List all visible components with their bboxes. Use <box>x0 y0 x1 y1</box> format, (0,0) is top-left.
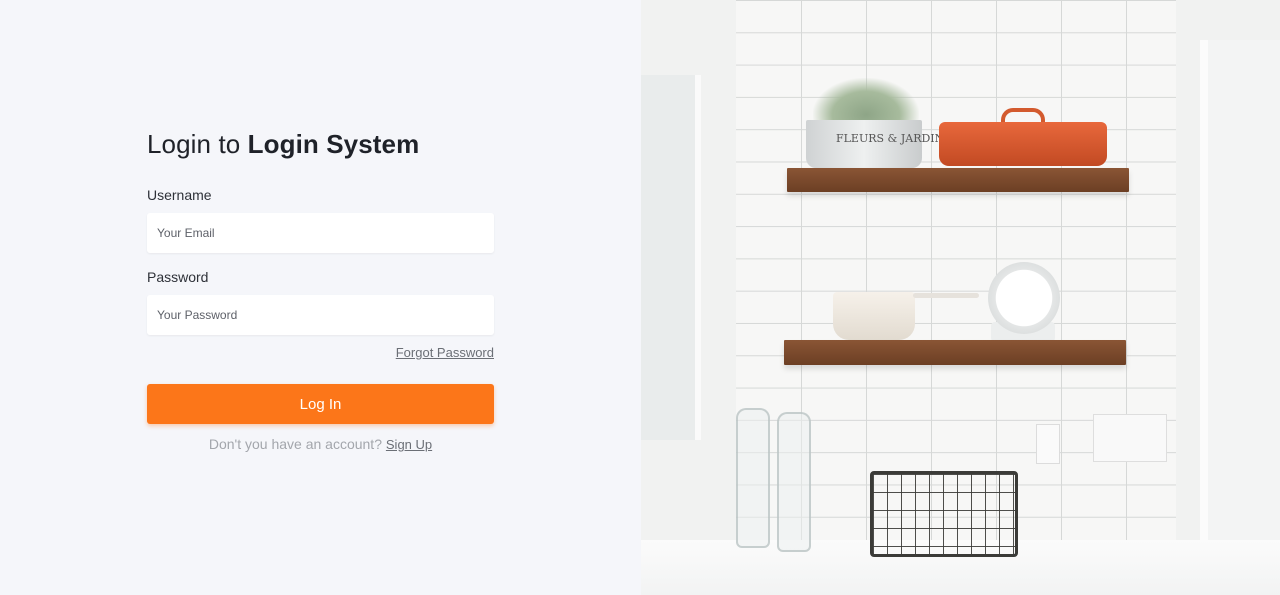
title-prefix: Login to <box>147 129 248 159</box>
photo-kitchen-scale <box>988 262 1060 334</box>
photo-wire-basket <box>870 471 1018 557</box>
signup-link[interactable]: Sign Up <box>386 437 432 452</box>
photo-casserole-dish <box>939 122 1107 166</box>
login-button[interactable]: Log In <box>147 384 494 424</box>
photo-light-switch <box>1093 414 1167 462</box>
login-form: Login to Login System Username Password … <box>147 126 494 452</box>
photo-window-right <box>1200 40 1280 540</box>
photo-shelf-bottom <box>784 340 1126 365</box>
login-panel: Login to Login System Username Password … <box>0 0 641 595</box>
forgot-password-link[interactable]: Forgot Password <box>396 345 494 360</box>
photo-shelf-top <box>787 168 1129 192</box>
password-label: Password <box>147 269 209 285</box>
photo-saucepan-handle <box>913 293 979 298</box>
signup-row: Don't you have an account? Sign Up <box>147 436 494 452</box>
photo-tile-line <box>931 0 932 540</box>
photo-window-left <box>641 75 701 440</box>
login-page: Login to Login System Username Password … <box>0 0 1280 595</box>
kitchen-photo: FLEURS & JARDIN <box>641 0 1280 595</box>
photo-glass-bottle <box>736 408 770 548</box>
title-brand: Login System <box>247 129 420 159</box>
forgot-password-row: Forgot Password <box>147 344 494 360</box>
password-input[interactable] <box>147 295 494 335</box>
page-title: Login to Login System <box>147 126 494 162</box>
photo-outlet <box>1036 424 1060 464</box>
signup-prompt: Don't you have an account? <box>208 436 386 452</box>
photo-plant <box>813 78 919 124</box>
username-input[interactable] <box>147 213 494 253</box>
photo-dish-handle <box>1001 108 1045 122</box>
photo-glass-bottle <box>777 412 811 552</box>
photo-tile-line <box>996 0 997 540</box>
photo-tile-line <box>1061 0 1062 540</box>
username-label: Username <box>147 187 212 203</box>
photo-planter-text: FLEURS & JARDIN <box>836 132 945 145</box>
photo-saucepan <box>833 292 915 340</box>
